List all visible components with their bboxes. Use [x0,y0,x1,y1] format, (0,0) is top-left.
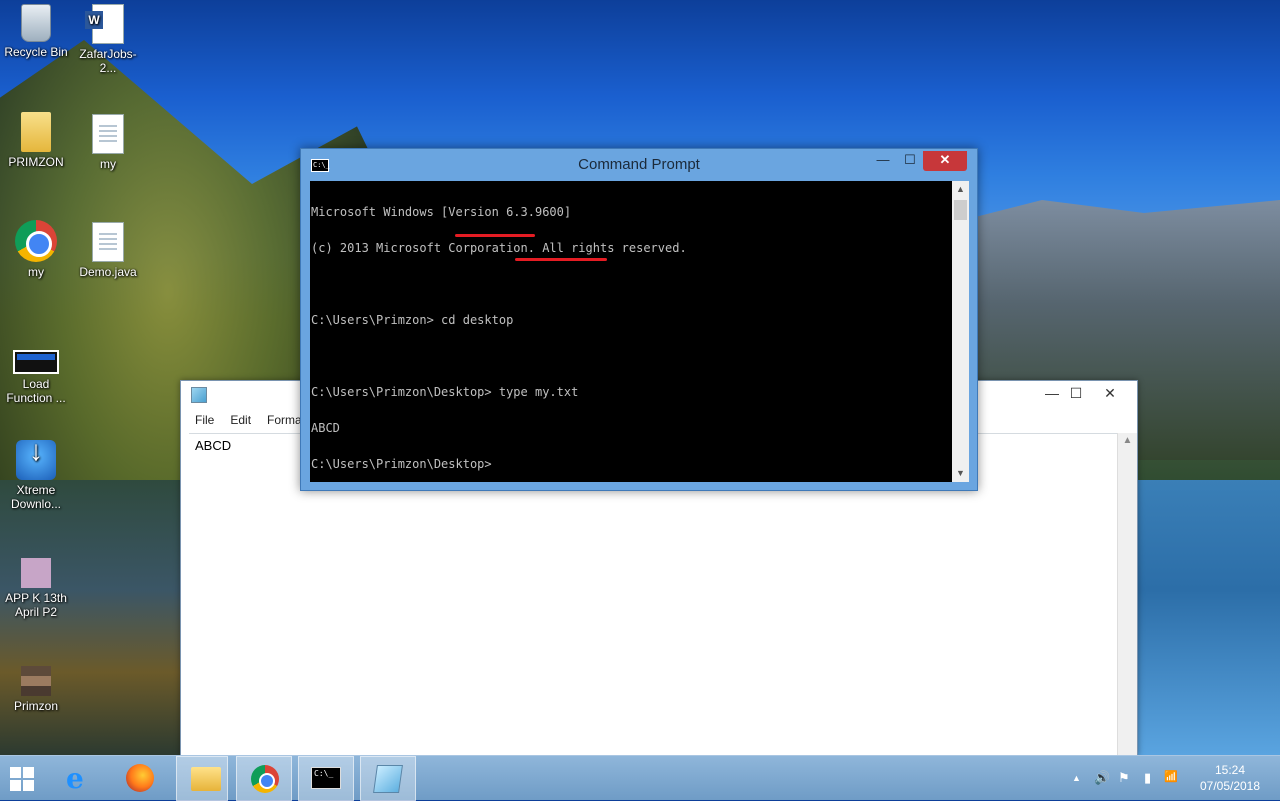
desktop-icon-recycle-bin[interactable]: Recycle Bin [0,4,72,59]
menu-file[interactable]: File [187,409,222,431]
notepad-icon [191,387,207,403]
menu-edit[interactable]: Edit [222,409,259,431]
console-line: C:\Users\Primzon\Desktop> [311,457,492,471]
cmd-maximize-button[interactable]: ☐ [897,151,923,171]
notepad-close-button[interactable]: ✕ [1095,383,1125,403]
scroll-up-arrow-icon[interactable]: ▲ [1118,435,1137,446]
desktop-icon-label: Xtreme Downlo... [10,483,62,511]
cmd-close-button[interactable]: ✕ [923,151,967,171]
console-line: ABCD [311,421,340,435]
start-button[interactable] [0,756,44,801]
taskbar-firefox[interactable] [112,756,168,801]
taskbar-notepad[interactable] [360,756,416,801]
desktop-icon-label: Recycle Bin [4,45,68,59]
cmd-vertical-scrollbar[interactable]: ▲ ▼ [952,181,969,482]
image-file-icon [21,558,51,588]
network-signal-icon[interactable]: 📶 [1164,770,1178,783]
firefox-icon [126,764,154,792]
desktop-icon-label: Demo.java [79,265,137,279]
file-explorer-icon [191,767,221,791]
recycle-bin-icon [21,4,51,42]
clock-date: 07/05/2018 [1199,779,1261,793]
cd-command-underline [455,234,535,237]
command-prompt-icon: C:\_ [311,767,341,789]
console-line: C:\Users\Primzon\Desktop> type my.txt [311,385,579,399]
word-document-icon [85,4,124,44]
show-hidden-icons-arrow-icon[interactable]: ▲ [1072,773,1081,783]
scroll-thumb[interactable] [954,200,967,220]
cmd-titlebar[interactable]: C:\_ Command Prompt — ☐ ✕ [301,149,977,181]
wallpaper-lake-right [1130,480,1280,755]
download-manager-icon [16,440,56,480]
scroll-down-arrow-icon[interactable]: ▼ [952,465,969,482]
desktop-icon-load-function[interactable]: Load Function ... [0,340,72,405]
java-file-icon [92,222,124,262]
text-document-icon [92,114,124,154]
taskbar-file-explorer[interactable] [176,756,228,801]
chrome-icon [251,765,279,793]
folder-icon [21,112,51,152]
console-line: (c) 2013 Microsoft Corporation. All righ… [311,241,687,255]
desktop-icon-app-k[interactable]: APP K 13th April P2 [0,552,72,619]
clock-time: 15:24 [1214,763,1246,777]
volume-icon[interactable]: 🔊 [1094,770,1110,786]
taskbar-command-prompt[interactable]: C:\_ [298,756,354,801]
desktop-icon-xtreme-download[interactable]: Xtreme Downlo... [0,440,72,511]
desktop-icon-label: my [100,157,116,171]
command-prompt-window[interactable]: C:\_ Command Prompt — ☐ ✕ Microsoft Wind… [300,148,978,491]
action-center-flag-icon[interactable]: ⚑ [1118,770,1130,786]
chrome-icon [15,220,57,262]
desktop-icon-my-chrome[interactable]: my [0,220,72,279]
desktop-icon-demo-java[interactable]: Demo.java [72,222,144,279]
taskbar-clock[interactable]: 15:24 07/05/2018 [1190,762,1270,794]
desktop-icon-zafarjobs[interactable]: ZafarJobs-2... [72,4,144,75]
desktop-icon-label: APP K 13th April P2 [5,591,67,619]
desktop-icon-label: Load Function ... [6,377,66,405]
window-screenshot-icon [13,350,59,374]
desktop-icon-primzon-folder[interactable]: PRIMZON [0,112,72,169]
cmd-minimize-button[interactable]: — [869,151,897,171]
taskbar-internet-explorer[interactable]: e [52,756,108,801]
windows-logo-icon [10,767,34,791]
battery-icon[interactable]: ▮ [1144,770,1151,786]
desktop-icon-label: PRIMZON [8,155,64,169]
desktop-icon-label: Primzon [13,699,58,713]
internet-explorer-icon: e [66,762,84,795]
desktop-icon-label: my [28,265,44,279]
taskbar-chrome[interactable] [236,756,292,801]
console-line: C:\Users\Primzon> cd desktop [311,313,514,327]
desktop-icon-label: ZafarJobs-2... [79,47,137,75]
console-line: Microsoft Windows [Version 6.3.9600] [311,205,572,219]
image-file-icon [21,666,51,696]
notepad-icon [373,765,403,793]
notepad-vertical-scrollbar[interactable]: ▲ [1117,433,1137,755]
taskbar: e C:\_ ▲ 🔊 ⚑ ▮ 📶 15:24 07/05/2018 [0,755,1280,801]
cmd-console-output[interactable]: Microsoft Windows [Version 6.3.9600] (c)… [310,181,952,482]
desktop-icon-my-text[interactable]: my [72,114,144,171]
notepad-maximize-button[interactable]: ☐ [1061,383,1091,403]
type-command-underline [515,258,607,261]
desktop-icon-primzon[interactable]: Primzon [0,660,72,713]
scroll-up-arrow-icon[interactable]: ▲ [952,181,969,198]
